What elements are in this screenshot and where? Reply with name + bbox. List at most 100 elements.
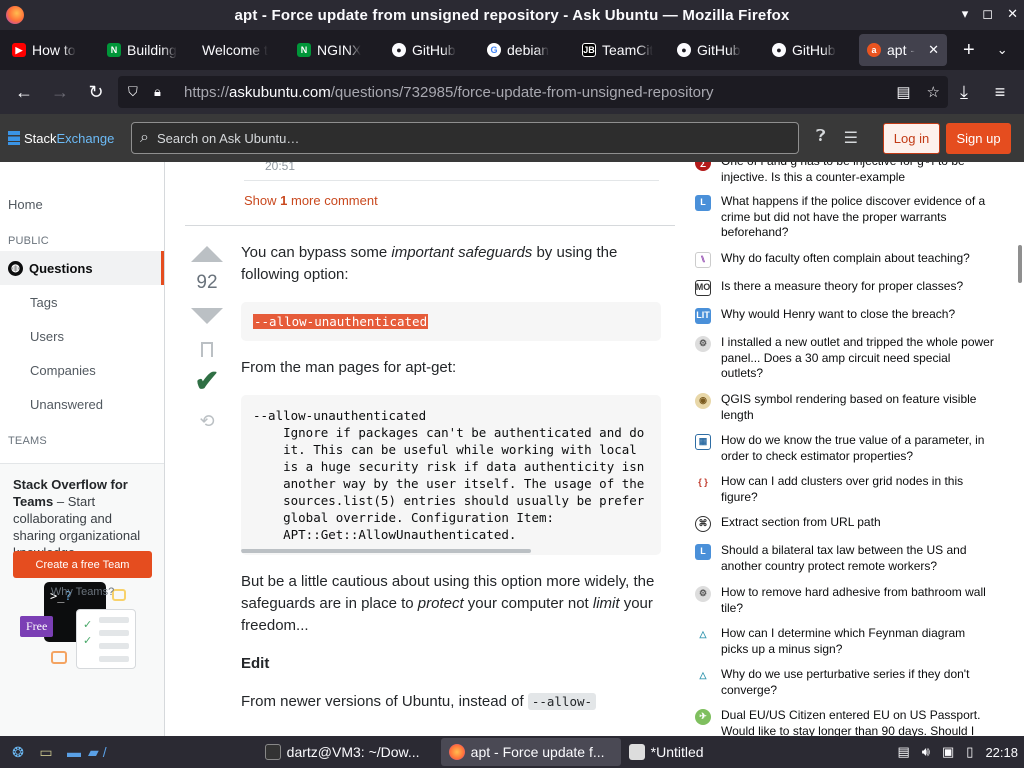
hot-question-link[interactable]: QGIS symbol rendering based on feature v… [721, 392, 995, 423]
menu-icon[interactable]: ≡ [982, 82, 1018, 103]
tab-label: GitHub [792, 42, 836, 58]
network-icon[interactable]: ▣ [942, 744, 954, 760]
tab-7[interactable]: ● GitHub [669, 34, 764, 66]
tab-5[interactable]: Gdebian [479, 34, 574, 66]
hot-question-link[interactable]: Should a bilateral tax law between the U… [721, 543, 995, 574]
hot-question-item[interactable]: ⌘ Extract section from URL path [695, 515, 995, 532]
tab-4[interactable]: ● GitHub [384, 34, 479, 66]
minimize-icon[interactable]: ▾ [962, 6, 969, 22]
nav-questions[interactable]: ◍ Questions [0, 251, 164, 285]
url-bar[interactable]: ⛉ 🔒︎ https://askubuntu.com/questions/732… [118, 76, 948, 108]
hot-question-link[interactable]: I installed a new outlet and tripped the… [721, 335, 995, 382]
bookmark-star-icon[interactable]: ☆ [927, 83, 940, 101]
nav-companies[interactable]: Companies [0, 353, 164, 387]
history-icon[interactable]: ⟲ [199, 411, 214, 432]
taskbar-terminal[interactable]: dartz@VM3: ~/Dow... [257, 738, 441, 766]
tab-2[interactable]: Welcome t [194, 34, 289, 66]
stackexchange-logo[interactable]: Stack Exchange [8, 131, 114, 146]
tab-1[interactable]: N Building [99, 34, 194, 66]
nav-tags[interactable]: Tags [0, 285, 164, 319]
taskbar-firefox[interactable]: apt - Force update f... [440, 738, 621, 766]
list-all-tabs-icon[interactable]: ⌄ [997, 42, 1008, 58]
tab-close-icon[interactable]: ✕ [928, 42, 939, 58]
shield-icon[interactable]: ⛉ [128, 84, 144, 100]
hot-question-item[interactable]: △ Why do we use perturbative series if th… [695, 667, 995, 698]
globe-icon: ◍ [8, 260, 23, 276]
start-menu-icon[interactable]: ❂ [4, 742, 32, 762]
hot-question-item[interactable]: ∑ One of f and g has to be injective for … [695, 162, 995, 185]
hot-question-link[interactable]: Why do faculty often complain about teac… [721, 251, 995, 268]
site-switcher-icon[interactable]: ☰ [844, 128, 858, 148]
hot-question-link[interactable]: Dual EU/US Citizen entered EU on US Pass… [721, 708, 995, 736]
desktop-icon[interactable]: ▬ [60, 742, 88, 762]
text-span: You can bypass some [241, 244, 392, 261]
hot-question-item[interactable]: ⑊ Why do faculty often complain about tea… [695, 251, 995, 268]
code-horizontal-scrollbar[interactable] [241, 549, 531, 553]
tab-3[interactable]: N NGINX [289, 34, 384, 66]
volume-icon[interactable]: 🔊︎ [922, 744, 930, 760]
unix-icon: ⌘ [695, 516, 711, 532]
hot-question-link[interactable]: How can I determine which Feynman diagra… [721, 626, 995, 657]
askubuntu-icon: a [867, 43, 881, 57]
reload-icon[interactable]: ↻ [78, 82, 114, 103]
new-tab-icon[interactable]: + [963, 39, 975, 62]
search-icon: ⌕ [140, 129, 149, 146]
show-more-comments-link[interactable]: Show 1 more comment [244, 193, 378, 208]
nav-home[interactable]: Home [0, 187, 164, 221]
hot-question-item[interactable]: LIT Why would Henry want to close the bre… [695, 307, 995, 324]
hot-question-link[interactable]: Extract section from URL path [721, 515, 995, 532]
hot-question-link[interactable]: Why would Henry want to close the breach… [721, 307, 995, 324]
forward-icon[interactable]: → [42, 82, 78, 103]
tab-0[interactable]: ▶ How to [4, 34, 99, 66]
scroll-indicator-icon[interactable]: ▤ [898, 744, 910, 760]
hot-question-item[interactable]: { } How can I add clusters over grid node… [695, 474, 995, 505]
nav-users[interactable]: Users [0, 319, 164, 353]
hot-question-link[interactable]: One of f and g has to be injective for g… [721, 162, 995, 185]
tab-label: Building [127, 42, 177, 58]
upvote-icon[interactable] [191, 246, 223, 262]
hot-question-item[interactable]: ⚙ How to remove hard adhesive from bathro… [695, 585, 995, 616]
tab-8[interactable]: ● GitHub [764, 34, 859, 66]
url-text[interactable]: https://askubuntu.com/questions/732985/f… [184, 84, 714, 101]
hot-question-link[interactable]: Why do we use perturbative series if the… [721, 667, 995, 698]
maximize-icon[interactable]: ◻ [982, 6, 993, 22]
downvote-icon[interactable] [191, 308, 223, 324]
help-icon[interactable]: ❓︎ [816, 128, 826, 148]
hot-question-link[interactable]: Is there a measure theory for proper cla… [721, 279, 995, 296]
close-icon[interactable]: ✕ [1007, 6, 1018, 22]
folder-icon[interactable]: ▰ / [88, 742, 107, 762]
hot-question-link[interactable]: What happens if the police discover evid… [721, 194, 995, 241]
back-icon[interactable]: ← [6, 82, 42, 103]
hot-question-item[interactable]: L What happens if the police discover evi… [695, 194, 995, 241]
hot-question-item[interactable]: △ How can I determine which Feynman diagr… [695, 626, 995, 657]
answer-paragraph: From the man pages for apt-get: [241, 359, 457, 376]
downloads-icon[interactable]: ⤓ [946, 82, 982, 103]
why-teams-link[interactable]: Why Teams? [13, 586, 152, 598]
scrollbar-thumb[interactable] [1018, 245, 1022, 283]
hot-question-item[interactable]: L Should a bilateral tax law between the … [695, 543, 995, 574]
clock[interactable]: 22:18 [985, 745, 1018, 760]
create-team-button[interactable]: Create a free Team [13, 551, 152, 578]
files-icon[interactable]: ▭ [32, 742, 60, 762]
login-button[interactable]: Log in [883, 123, 940, 154]
hot-question-item[interactable]: ⚙ I installed a new outlet and tripped th… [695, 335, 995, 382]
hot-question-link[interactable]: How to remove hard adhesive from bathroo… [721, 585, 995, 616]
bookmark-icon[interactable] [201, 342, 213, 357]
hot-question-item[interactable]: ✈ Dual EU/US Citizen entered EU on US Pas… [695, 708, 995, 736]
nav-unanswered[interactable]: Unanswered [0, 387, 164, 421]
hot-question-item[interactable]: ◉ QGIS symbol rendering based on feature … [695, 392, 995, 423]
search-placeholder: Search on Ask Ubuntu… [156, 130, 300, 146]
tab-9-active[interactable]: a apt - ✕ [859, 34, 947, 66]
page-scrollbar[interactable] [1016, 162, 1024, 736]
hot-question-item[interactable]: ▦ How do we know the true value of a para… [695, 433, 995, 464]
lock-icon[interactable]: 🔒︎ [154, 84, 170, 100]
hot-question-link[interactable]: How do we know the true value of a param… [721, 433, 995, 464]
taskbar-editor[interactable]: *Untitled [621, 738, 801, 766]
tab-6[interactable]: JB TeamCit [574, 34, 669, 66]
reader-view-icon[interactable]: ▤ [896, 83, 910, 101]
signup-button[interactable]: Sign up [946, 123, 1011, 154]
battery-icon[interactable]: ▯ [966, 744, 973, 760]
hot-question-item[interactable]: MO Is there a measure theory for proper c… [695, 279, 995, 296]
search-input[interactable]: ⌕ Search on Ask Ubuntu… [131, 122, 799, 154]
hot-question-link[interactable]: How can I add clusters over grid nodes i… [721, 474, 995, 505]
